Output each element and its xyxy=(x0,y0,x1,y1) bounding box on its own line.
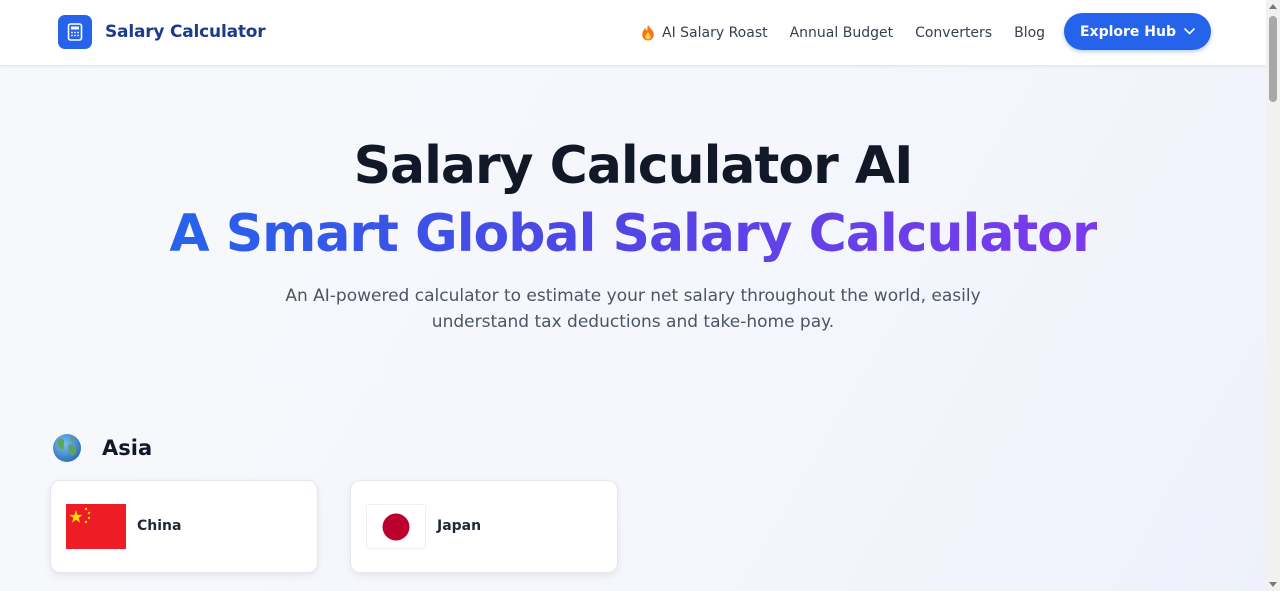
nav-link-converters[interactable]: Converters xyxy=(915,25,992,41)
hero-subtitle: A Smart Global Salary Calculator xyxy=(0,202,1266,266)
nav-link-label: AI Salary Roast xyxy=(662,24,768,41)
nav-link-annual-budget[interactable]: Annual Budget xyxy=(790,25,893,41)
globe-icon xyxy=(53,434,81,462)
nav-link-ai-salary-roast[interactable]: AI Salary Roast xyxy=(641,24,768,41)
nav-links: AI Salary Roast Annual Budget Converters… xyxy=(641,0,1067,65)
explore-hub-button[interactable]: Explore Hub xyxy=(1064,13,1211,50)
brand-name: Salary Calculator xyxy=(105,22,266,42)
page-scrollbar[interactable] xyxy=(1266,0,1280,591)
top-navbar: Salary Calculator AI Salary Roast Annual… xyxy=(0,0,1266,66)
japan-flag-icon xyxy=(366,504,426,549)
country-name-japan: Japan xyxy=(437,518,482,534)
scroll-down-arrow-icon[interactable] xyxy=(1269,582,1277,587)
calculator-icon xyxy=(58,15,92,49)
scroll-up-arrow-icon[interactable] xyxy=(1269,4,1277,9)
hero-description: An AI-powered calculator to estimate you… xyxy=(285,286,981,332)
hero-title: Salary Calculator AI xyxy=(353,136,914,196)
explore-hub-label: Explore Hub xyxy=(1079,23,1176,40)
scrollbar-thumb[interactable] xyxy=(1269,16,1277,102)
country-name-china: China xyxy=(137,518,182,534)
nav-link-blog[interactable]: Blog xyxy=(1014,25,1045,41)
country-card-japan[interactable]: Japan xyxy=(350,480,618,573)
chevron-down-icon xyxy=(1184,28,1195,35)
flame-icon xyxy=(641,24,655,41)
region-heading-asia: Asia xyxy=(52,433,152,463)
country-card-china[interactable]: China xyxy=(50,480,318,573)
hero-subtitle-text: A Smart Global Salary Calculator xyxy=(169,204,1097,264)
region-name: Asia xyxy=(102,436,153,460)
china-flag-icon xyxy=(66,504,126,549)
brand-logo-link[interactable]: Salary Calculator xyxy=(58,15,266,49)
